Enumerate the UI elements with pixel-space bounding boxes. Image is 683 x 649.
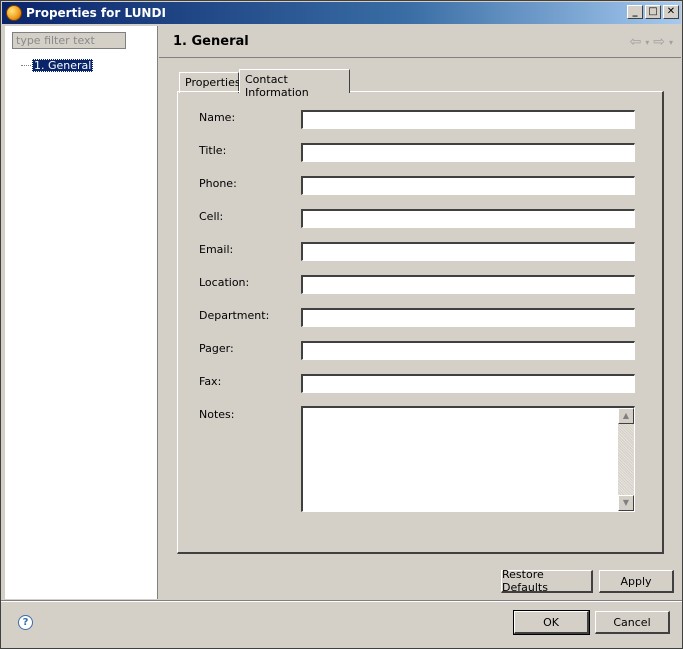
tab-properties[interactable]: Properties (179, 72, 241, 93)
window-controls: _ □ ✕ (627, 5, 679, 19)
app-icon (6, 5, 22, 21)
tree-item-general[interactable]: 1. General (21, 58, 94, 72)
cancel-button[interactable]: Cancel (595, 611, 670, 634)
help-icon[interactable]: ? (18, 615, 33, 630)
fax-label: Fax: (199, 375, 222, 388)
tree-connector (21, 64, 31, 66)
forward-dropdown-icon[interactable]: ▾ (669, 38, 673, 47)
fax-field[interactable] (301, 374, 635, 393)
title-bar[interactable]: Properties for LUNDI _ □ ✕ (2, 2, 681, 24)
ok-button[interactable]: OK (513, 610, 590, 635)
scroll-up-arrow-icon[interactable]: ▲ (618, 408, 634, 424)
phone-label: Phone: (199, 177, 237, 190)
forward-arrow-icon[interactable]: ⇨ (653, 34, 665, 50)
properties-dialog: Properties for LUNDI _ □ ✕ 1. General 1.… (0, 0, 683, 649)
cell-label: Cell: (199, 210, 224, 223)
tab-contact-information[interactable]: Contact Information (239, 69, 350, 99)
notes-textarea[interactable]: ▲ ▼ (301, 406, 635, 512)
cell-field[interactable] (301, 209, 635, 228)
maximize-button[interactable]: □ (645, 5, 661, 19)
window-title: Properties for LUNDI (26, 6, 166, 20)
phone-field[interactable] (301, 176, 635, 195)
bottom-separator (1, 600, 682, 602)
department-field[interactable] (301, 308, 635, 327)
history-navigation: ⇦ ▾ ⇨ ▾ (630, 34, 674, 50)
title-field[interactable] (301, 143, 635, 162)
tree-item-label[interactable]: 1. General (32, 58, 94, 72)
page-header: 1. General ⇦ ▾ ⇨ ▾ (159, 26, 681, 58)
back-dropdown-icon[interactable]: ▾ (645, 38, 649, 47)
email-field[interactable] (301, 242, 635, 261)
location-field[interactable] (301, 275, 635, 294)
page-title: 1. General (173, 34, 249, 49)
title-label: Title: (199, 144, 227, 157)
name-label: Name: (199, 111, 236, 124)
close-button[interactable]: ✕ (663, 5, 679, 19)
name-field[interactable] (301, 110, 635, 129)
minimize-button[interactable]: _ (627, 5, 643, 19)
pager-field[interactable] (301, 341, 635, 360)
notes-scrollbar[interactable]: ▲ ▼ (618, 408, 634, 511)
apply-button[interactable]: Apply (599, 570, 674, 593)
back-arrow-icon[interactable]: ⇦ (630, 34, 642, 50)
email-label: Email: (199, 243, 234, 256)
filter-input[interactable] (12, 32, 126, 49)
restore-defaults-button[interactable]: Restore Defaults (501, 568, 593, 594)
pager-label: Pager: (199, 342, 234, 355)
scroll-down-arrow-icon[interactable]: ▼ (618, 495, 634, 511)
location-label: Location: (199, 276, 250, 289)
department-label: Department: (199, 309, 270, 322)
navigation-pane: 1. General (5, 26, 158, 599)
notes-label: Notes: (199, 408, 235, 421)
